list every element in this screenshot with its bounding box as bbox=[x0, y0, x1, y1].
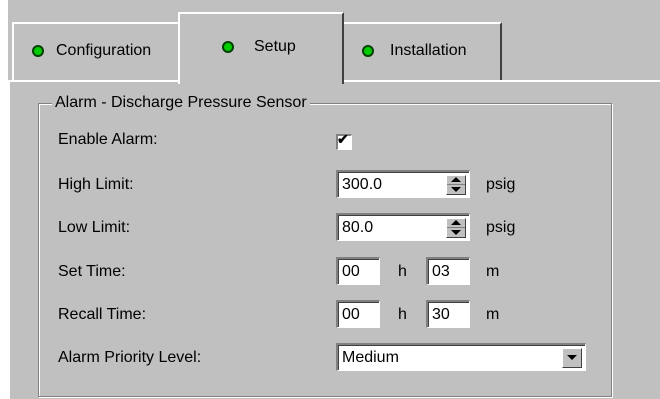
set-time-label: Set Time: bbox=[58, 263, 126, 280]
status-dot-icon bbox=[362, 45, 374, 57]
high-limit-label: High Limit: bbox=[58, 176, 134, 193]
set-time-hours-unit: h bbox=[398, 263, 407, 280]
low-limit-unit: psig bbox=[486, 219, 516, 236]
status-dot-icon bbox=[222, 41, 234, 53]
enable-alarm-checkbox[interactable]: ✔ bbox=[336, 131, 352, 150]
set-time-minutes-value: 03 bbox=[432, 263, 450, 280]
low-limit-spinner[interactable] bbox=[446, 218, 466, 238]
tab-setup-label: Setup bbox=[254, 38, 296, 55]
spin-up-icon[interactable] bbox=[451, 177, 461, 182]
low-limit-input[interactable]: 80.0 bbox=[336, 213, 470, 241]
recall-time-hours-input[interactable]: 00 bbox=[336, 300, 380, 328]
recall-time-label: Recall Time: bbox=[58, 306, 147, 323]
high-limit-value: 300.0 bbox=[342, 176, 383, 193]
set-time-minutes-unit: m bbox=[486, 263, 500, 280]
tab-configuration[interactable]: Configuration bbox=[12, 22, 180, 80]
recall-time-hours-value: 00 bbox=[342, 306, 360, 323]
low-limit-value: 80.0 bbox=[342, 219, 374, 236]
high-limit-input[interactable]: 300.0 bbox=[336, 170, 470, 198]
spin-up-icon[interactable] bbox=[451, 220, 461, 225]
low-limit-label: Low Limit: bbox=[58, 219, 131, 236]
chevron-down-icon bbox=[567, 355, 577, 360]
recall-time-hours-unit: h bbox=[398, 306, 407, 323]
tab-configuration-label: Configuration bbox=[56, 42, 152, 59]
dropdown-arrow-button[interactable] bbox=[562, 348, 582, 368]
high-limit-unit: psig bbox=[486, 176, 516, 193]
set-time-hours-value: 00 bbox=[342, 263, 360, 280]
window-edge bbox=[0, 0, 8, 399]
high-limit-spinner[interactable] bbox=[446, 175, 466, 195]
spin-down-icon[interactable] bbox=[451, 187, 461, 192]
set-time-hours-input[interactable]: 00 bbox=[336, 257, 380, 285]
tab-installation-label: Installation bbox=[390, 42, 467, 59]
tab-setup[interactable]: Setup bbox=[178, 12, 344, 84]
tab-installation[interactable]: Installation bbox=[342, 22, 502, 80]
recall-time-minutes-value: 30 bbox=[432, 306, 450, 323]
alarm-priority-label: Alarm Priority Level: bbox=[58, 349, 202, 366]
alarm-priority-select[interactable]: Medium bbox=[336, 343, 586, 371]
status-dot-icon bbox=[32, 45, 44, 57]
recall-time-minutes-unit: m bbox=[486, 306, 500, 323]
set-time-minutes-input[interactable]: 03 bbox=[426, 257, 470, 285]
checkmark-icon: ✔ bbox=[337, 131, 349, 147]
alarm-priority-value: Medium bbox=[342, 349, 399, 366]
enable-alarm-label: Enable Alarm: bbox=[58, 131, 158, 148]
group-title: Alarm - Discharge Pressure Sensor bbox=[52, 94, 310, 112]
recall-time-minutes-input[interactable]: 30 bbox=[426, 300, 470, 328]
spin-down-icon[interactable] bbox=[451, 230, 461, 235]
